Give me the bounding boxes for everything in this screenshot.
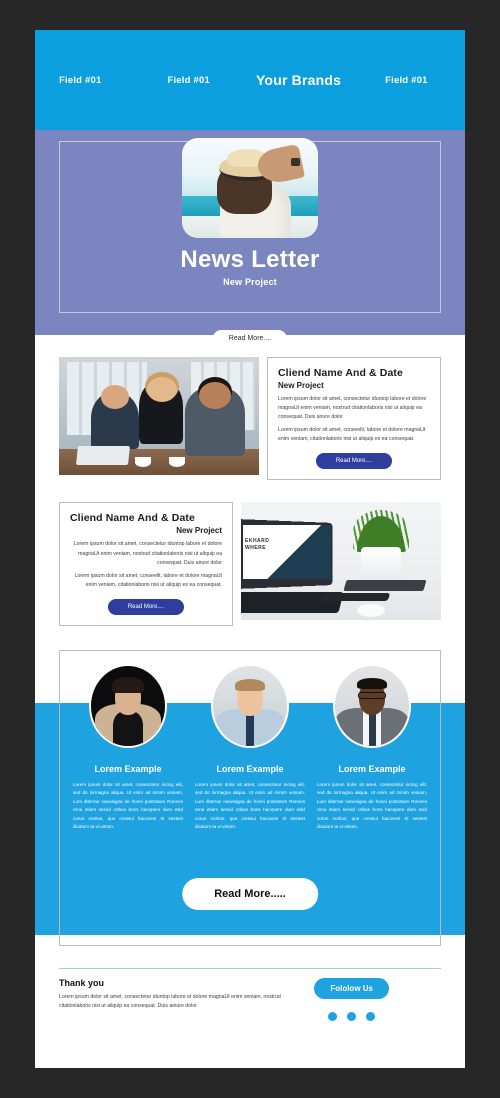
meeting-image-head-3: [199, 381, 231, 409]
avatar-1-hair: [112, 677, 144, 694]
team-member-1-text: Lorem ipsum dolor sit amet, consectetur …: [73, 781, 183, 830]
desk-image-notebook: [343, 580, 427, 591]
social-dot-3[interactable]: [366, 1011, 376, 1021]
team-member-3-name: Lorem Example: [338, 763, 406, 774]
team-member-2-name: Lorem Example: [216, 763, 284, 774]
card-2-title: Cliend Name And & Date: [70, 512, 195, 525]
footer-paragraph: Lorem ipsum dolor sit amet, consectetur …: [59, 993, 281, 1010]
avatar-1-turtleneck: [113, 710, 143, 746]
content-card-1: Cliend Name And & Date New Project Lorem…: [267, 357, 441, 481]
team-member-1-name: Lorem Example: [94, 763, 162, 774]
desk-image-plant-leaves: [353, 509, 409, 553]
meeting-image-cup-2: [169, 457, 185, 467]
avatar-2-hair: [235, 678, 265, 691]
meeting-image-head-1: [101, 385, 129, 409]
meeting-image-head-2: [147, 377, 177, 402]
card-1-paragraph-1: Lorem ipsum dolor sit amet, consectetur …: [278, 396, 427, 421]
avatar-man-grey-suit-glasses: [333, 663, 411, 748]
card-1-read-more-button[interactable]: Read More....: [315, 453, 393, 470]
page-footer: Thank you Lorem ipsum dolor sit amet, co…: [35, 967, 465, 1021]
newsletter-sheet: Field #01 Field #01 Your Brands Field #0…: [35, 30, 465, 1068]
nav-link-field-3[interactable]: Field #01: [385, 75, 427, 86]
content-block-2: Cliend Name And & Date New Project Lorem…: [35, 502, 465, 626]
team-member-3: Lorem Example Lorem ipsum dolor sit amet…: [313, 663, 431, 946]
card-1-subtitle: New Project: [278, 381, 324, 390]
footer-title: Thank you: [59, 977, 105, 988]
brand-title: Your Brands: [255, 72, 342, 88]
hero-title: News Letter: [180, 246, 320, 273]
card-2-subtitle: New Project: [176, 526, 222, 536]
team-read-more-button[interactable]: Read More.....: [182, 877, 318, 910]
avatar-man-blue-shirt: [211, 663, 289, 748]
hero-image: [182, 138, 318, 238]
content-block-1: Cliend Name And & Date New Project Lorem…: [35, 357, 465, 481]
avatar-man-beige-blazer: [89, 663, 167, 748]
card-2-read-more-button[interactable]: Read More....: [107, 598, 185, 615]
footer-text-area: Thank you Lorem ipsum dolor sit amet, co…: [59, 978, 289, 1012]
card-1-title: Cliend Name And & Date: [278, 367, 403, 379]
meeting-image-laptop: [76, 445, 130, 465]
team-section: Lorem Example Lorem ipsum dolor sit amet…: [35, 649, 465, 946]
hero-section: News Letter New Project Read More....: [35, 130, 465, 347]
team-member-1: Lorem Example Lorem ipsum dolor sit amet…: [69, 663, 187, 946]
hero-content: News Letter New Project Read More....: [35, 130, 465, 347]
team-meeting-image: [59, 357, 259, 475]
social-dot-2[interactable]: [347, 1011, 357, 1021]
desk-image-mouse: [357, 603, 385, 617]
screenshot-canvas: Field #01 Field #01 Your Brands Field #0…: [0, 0, 500, 1098]
hero-image-watch: [290, 158, 301, 166]
glasses-icon: [357, 691, 387, 699]
meeting-image-cup-1: [135, 457, 151, 467]
content-card-2: Cliend Name And & Date New Project Lorem…: [59, 502, 233, 626]
nav-link-field-1[interactable]: Field #01: [59, 75, 101, 86]
team-member-2-text: Lorem ipsum dolor sit amet, consectetur …: [195, 781, 305, 830]
social-dots: [328, 1011, 376, 1021]
follow-us-button[interactable]: Fololow Us: [314, 977, 389, 999]
avatar-3-tie: [369, 713, 376, 746]
social-dot-1[interactable]: [328, 1011, 338, 1021]
avatar-2-tie: [246, 713, 255, 746]
card-2-paragraph-2: Lorem ipsum dolor sit amet, conseelit, l…: [74, 572, 222, 588]
footer-social-area: Fololow Us: [314, 977, 441, 1021]
desk-laptop-image: EKHARD WHERE: [241, 502, 441, 621]
card-2-paragraph-1: Lorem ipsum dolor sit amet, consectetur …: [73, 541, 222, 566]
hero-subtitle: New Project: [223, 277, 277, 287]
desk-image-phone: [319, 593, 391, 602]
nav-link-field-2[interactable]: Field #01: [167, 75, 209, 86]
hero-read-more-button[interactable]: Read More....: [212, 330, 288, 347]
avatar-3-hair: [357, 677, 387, 690]
desk-image-screen-text: EKHARD WHERE: [245, 537, 270, 552]
page-header: Field #01 Field #01 Your Brands Field #0…: [35, 30, 465, 130]
footer-content: Thank you Lorem ipsum dolor sit amet, co…: [59, 969, 441, 1021]
team-member-3-text: Lorem ipsum dolor sit amet, consectetur …: [317, 781, 427, 830]
card-1-paragraph-2: Lorem ipsum dolor sit amet, conseelit, l…: [278, 427, 426, 443]
